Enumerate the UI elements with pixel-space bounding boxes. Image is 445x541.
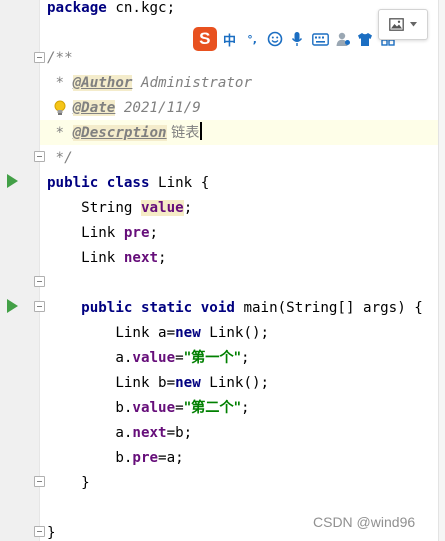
ime-toolbar: S 中 °, [190,25,398,53]
fold-marker-class-end[interactable] [34,526,45,537]
code-text: } [47,475,90,491]
field-name: value [132,350,176,366]
smile-icon[interactable] [265,29,285,49]
code-line-doc-close: */ [47,146,73,171]
field-name: value [140,200,184,216]
code-line-stmt-3: Link b=new Link(); [47,371,269,396]
ime-punctuation-toggle[interactable]: °, [242,29,262,49]
doc-tag: @Date [72,100,116,116]
chevron-down-icon [410,22,417,27]
code-line-class-close: } [47,521,56,541]
doc-tag: @Descrption [72,125,167,141]
code-line-stmt-1: Link a=new Link(); [47,321,269,346]
code-text: } [47,525,56,541]
comment-text: */ [47,150,73,166]
code-text: ; [158,250,167,266]
keyboard-icon[interactable] [310,29,330,49]
image-dropdown-button[interactable] [378,9,428,40]
code-text: = [175,350,184,366]
code-line-doc-desc: * @Descrption 链表 [47,121,202,146]
keyword: package [47,0,107,16]
code-line-field-value: String value; [47,196,192,221]
code-line-main-close: } [47,471,90,496]
code-text: Link b= [47,375,176,391]
code-text: =b; [166,425,193,441]
ime-mode-toggle[interactable]: 中 [220,29,240,49]
code-line-doc-date: @Date 2021/11/9 [47,96,201,121]
field-name: next [132,425,167,441]
fold-marker-class[interactable] [34,276,45,287]
microphone-icon[interactable] [288,29,308,49]
fold-marker-main[interactable] [34,301,45,312]
string-literal: "第一个" [183,350,242,366]
code-text: b. [47,450,133,466]
vertical-scrollbar[interactable] [438,0,445,541]
code-text: ; [241,350,250,366]
sogou-logo[interactable]: S [193,27,217,51]
fold-marker-doc-end[interactable] [34,151,45,162]
shirt-icon[interactable] [356,29,376,49]
code-text: ; [241,400,250,416]
code-text: String [47,200,141,216]
code-line-stmt-4: b.value="第二个"; [47,396,250,421]
doc-tag: @Author [72,75,133,91]
code-line-main-decl: public static void main(String[] args) { [47,296,423,321]
comment-text: Administrator [132,75,253,91]
code-line-field-next: Link next; [47,246,167,271]
run-main-icon[interactable] [7,299,18,313]
code-text: Link { [149,175,210,191]
comment-text: * [47,75,73,91]
code-text: Link(); [200,325,270,341]
code-text: =a; [158,450,184,466]
code-text: Link [47,225,124,241]
code-line-stmt-5: a.next=b; [47,421,192,446]
fold-marker-main-end[interactable] [34,476,45,487]
code-text: cn.kgc; [106,0,176,16]
run-class-icon[interactable] [7,174,18,188]
field-name: value [132,400,176,416]
comment-text: 2021/11/9 [115,100,201,116]
editor-gutter [0,0,40,541]
code-text: a. [47,350,133,366]
keyword: public class [47,175,150,191]
keyword: new [175,375,201,391]
code-text: = [175,400,184,416]
keyword: new [175,325,201,341]
code-text: ; [183,200,193,216]
string-literal: "第二个" [183,400,242,416]
code-text: Link(); [200,375,270,391]
code-text: a. [47,425,133,441]
comment-text: 链表 [166,125,200,141]
field-name: pre [123,225,150,241]
code-text: b. [47,400,133,416]
code-line-package: package cn.kgc; [47,0,175,21]
image-icon [389,18,404,31]
code-line-doc-author: * @Author Administrator [47,71,252,96]
field-name: pre [132,450,159,466]
user-icon[interactable] [333,29,353,49]
keyword: public static void [47,300,235,316]
code-line-stmt-2: a.value="第一个"; [47,346,250,371]
code-line-stmt-6: b.pre=a; [47,446,184,471]
code-text: Link a= [47,325,176,341]
code-line-class-decl: public class Link { [47,171,209,196]
code-line-doc-open: /** [47,46,73,71]
code-text: ; [149,225,159,241]
comment-text: /** [47,50,73,66]
comment-text: * [47,125,73,141]
code-line-field-pre: Link pre; [47,221,158,246]
field-name: next [123,250,159,266]
fold-marker-doc[interactable] [34,52,45,63]
code-text: main(String[] args) { [234,300,423,316]
code-text: Link [47,250,124,266]
watermark: CSDN @wind96 [313,514,416,530]
text-caret [200,122,202,140]
